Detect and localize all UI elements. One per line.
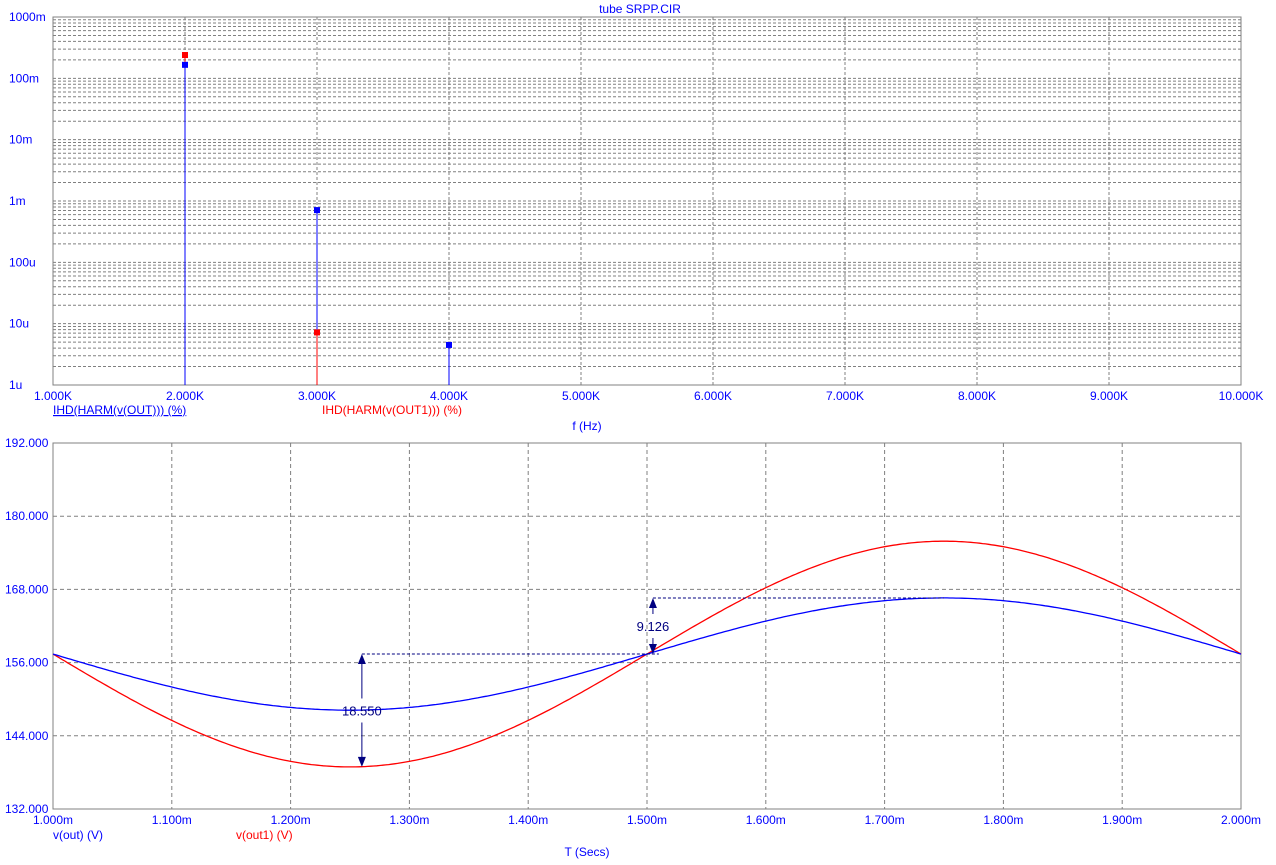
data-point: [314, 207, 320, 214]
x-tick-label: 1.000K: [34, 389, 72, 403]
data-point: [314, 329, 320, 336]
measurement-label: 9.126: [637, 619, 670, 634]
legend-red-series: v(out1) (V): [236, 828, 293, 842]
x-tick-label: 8.000K: [958, 389, 996, 403]
data-point: [182, 52, 188, 59]
y-tick-label: 192.000: [5, 436, 49, 450]
x-tick-label: 1.800m: [983, 813, 1023, 827]
x-tick-label: 1.100m: [152, 813, 192, 827]
x-tick-label: 6.000K: [694, 389, 732, 403]
x-tick-label: 1.500m: [627, 813, 667, 827]
data-point: [182, 61, 188, 68]
y-tick-label: 10m: [9, 133, 32, 147]
chart-canvas: tube SRPP.CIR 1000m 100m 10m 1m 100u 10u 1u 1.0…: [5, 2, 1263, 859]
legend-red-series: IHD(HARM(v(OUT1))) (%): [322, 403, 462, 417]
arrow-down-icon: [357, 756, 366, 767]
arrow-up-icon: [357, 654, 366, 665]
y-tick-label: 100m: [9, 71, 39, 85]
x-tick-label: 1.900m: [1102, 813, 1142, 827]
x-tick-label: 2.000m: [1221, 813, 1261, 827]
x-tick-label: 10.000K: [1219, 389, 1264, 403]
chart-title: tube SRPP.CIR: [599, 2, 681, 16]
arrow-up-icon: [648, 597, 657, 608]
x-axis-label: f (Hz): [572, 419, 601, 433]
plot-frame: [52, 16, 1242, 386]
y-tick-label: 144.000: [5, 729, 49, 743]
y-tick-label: 1000m: [9, 10, 46, 24]
x-tick-label: 1.300m: [389, 813, 429, 827]
x-tick-label: 9.000K: [1090, 389, 1128, 403]
x-tick-label: 1.000m: [33, 813, 73, 827]
y-tick-label: 168.000: [5, 582, 49, 596]
y-tick-label: 1u: [9, 378, 22, 392]
x-tick-label: 1.600m: [746, 813, 786, 827]
y-tick-label: 180.000: [5, 509, 49, 523]
x-tick-label: 5.000K: [562, 389, 600, 403]
x-tick-label: 3.000K: [298, 389, 336, 403]
harmonic-distortion-plot: 1000m 100m 10m 1m 100u 10u 1u 1.000K 2.000K 3.000…: [9, 10, 1263, 433]
transient-voltage-plot: 192.000180.000168.000156.000144.000132.0…: [5, 436, 1261, 859]
x-axis-label: T (Secs): [564, 845, 609, 859]
measurement-label: 18.550: [342, 703, 382, 718]
x-tick-label: 7.000K: [826, 389, 864, 403]
x-tick-label: 2.000K: [166, 389, 204, 403]
legend-blue-series: v(out) (V): [53, 828, 103, 842]
y-tick-label: 100u: [9, 255, 36, 269]
x-tick-label: 1.400m: [508, 813, 548, 827]
x-tick-label: 1.200m: [271, 813, 311, 827]
legend-blue-series: IHD(HARM(v(OUT))) (%): [53, 403, 186, 417]
y-tick-label: 10u: [9, 317, 29, 331]
y-tick-label: 156.000: [5, 656, 49, 670]
x-tick-label: 4.000K: [430, 389, 468, 403]
y-tick-label: 1m: [9, 194, 26, 208]
data-point: [446, 341, 452, 348]
x-tick-label: 1.700m: [865, 813, 905, 827]
